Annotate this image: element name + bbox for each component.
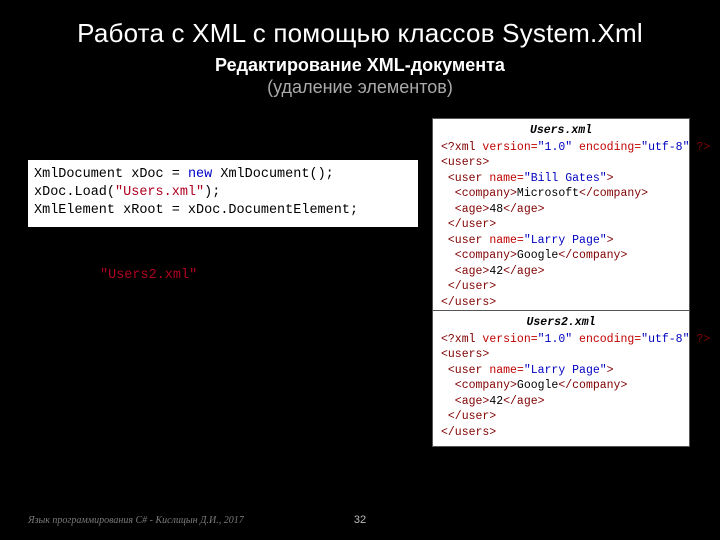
user2-open-b: >: [607, 234, 614, 247]
slide: Работа с XML с помощью классов System.Xm…: [0, 0, 720, 540]
user1-close: </user>: [441, 218, 496, 231]
user1-val: "Bill Gates": [524, 172, 607, 185]
user1-open-b: >: [607, 172, 614, 185]
age1-text: 48: [489, 203, 503, 216]
age1-close: </age>: [503, 203, 544, 216]
company2-text: Google: [517, 249, 558, 262]
company1-text: Microsoft: [517, 187, 579, 200]
slide-title: Работа с XML с помощью классов System.Xm…: [0, 0, 720, 49]
xml2-decl-attr2: encoding=: [572, 333, 641, 346]
footer-page-number: 32: [354, 514, 366, 526]
code-line-2b: );: [204, 185, 220, 200]
xml-decl-close: ?>: [689, 141, 710, 154]
age2-text: 42: [489, 265, 503, 278]
xml-box2-title: Users2.xml: [441, 315, 681, 331]
company2-open: <company>: [441, 249, 517, 262]
xml2-decl-close: ?>: [689, 333, 710, 346]
xml-box-users: Users.xml <?xml version="1.0" encoding="u…: [432, 118, 690, 317]
xml-decl-val2: "utf-8": [641, 141, 689, 154]
string-users-xml: "Users.xml": [115, 185, 204, 200]
company1-close: </company>: [579, 187, 648, 200]
code-line-1b: XmlDocument();: [212, 167, 334, 182]
user2-attr: name=: [489, 234, 524, 247]
u2-open-a: <user: [441, 364, 489, 377]
xml2-decl-open: <?xml: [441, 333, 482, 346]
age2-close: </age>: [503, 265, 544, 278]
keyword-new: new: [188, 167, 212, 182]
string-users2-xml: "Users2.xml": [98, 268, 199, 283]
u2-open-b: >: [607, 364, 614, 377]
xml-decl-open: <?xml: [441, 141, 482, 154]
user1-attr: name=: [489, 172, 524, 185]
users2-close: </users>: [441, 426, 496, 439]
users2-open: <users>: [441, 348, 489, 361]
age1-open: <age>: [441, 203, 489, 216]
user1-open-a: <user: [441, 172, 489, 185]
xml2-decl-val2: "utf-8": [641, 333, 689, 346]
slide-subtitle-bold: Редактирование XML-документа: [0, 55, 720, 76]
footer-attribution: Язык программирования C# - Кислицын Д.И.…: [28, 515, 244, 526]
xml2-decl-attr1: version=: [482, 333, 537, 346]
xml-decl-val1: "1.0": [538, 141, 573, 154]
u2-attr: name=: [489, 364, 524, 377]
age-b-open: <age>: [441, 395, 489, 408]
users-close: </users>: [441, 296, 496, 309]
user2-close: </user>: [441, 280, 496, 293]
users-open: <users>: [441, 156, 489, 169]
user2-open-a: <user: [441, 234, 489, 247]
company1-open: <company>: [441, 187, 517, 200]
xml-decl-attr2: encoding=: [572, 141, 641, 154]
xml-box-users2: Users2.xml<?xml version="1.0" encoding="…: [432, 310, 690, 447]
company-b-open: <company>: [441, 379, 517, 392]
xml-decl-attr1: version=: [482, 141, 537, 154]
slide-subtitle-muted: (удаление элементов): [0, 77, 720, 98]
xml-box-title: Users.xml: [441, 123, 681, 139]
xml2-decl-val1: "1.0": [538, 333, 573, 346]
code-line-1a: XmlDocument xDoc =: [34, 167, 188, 182]
age2-open: <age>: [441, 265, 489, 278]
company-b-close: </company>: [558, 379, 627, 392]
age-b-text: 42: [489, 395, 503, 408]
code-line-2a: xDoc.Load(: [34, 185, 115, 200]
user2-val: "Larry Page": [524, 234, 607, 247]
code-line-3: XmlElement xRoot = xDoc.DocumentElement;: [34, 203, 358, 218]
u2-close: </user>: [441, 410, 496, 423]
company2-close: </company>: [558, 249, 627, 262]
company-b-text: Google: [517, 379, 558, 392]
u2-val: "Larry Page": [524, 364, 607, 377]
csharp-code-block: XmlDocument xDoc = new XmlDocument(); xD…: [28, 160, 418, 227]
age-b-close: </age>: [503, 395, 544, 408]
